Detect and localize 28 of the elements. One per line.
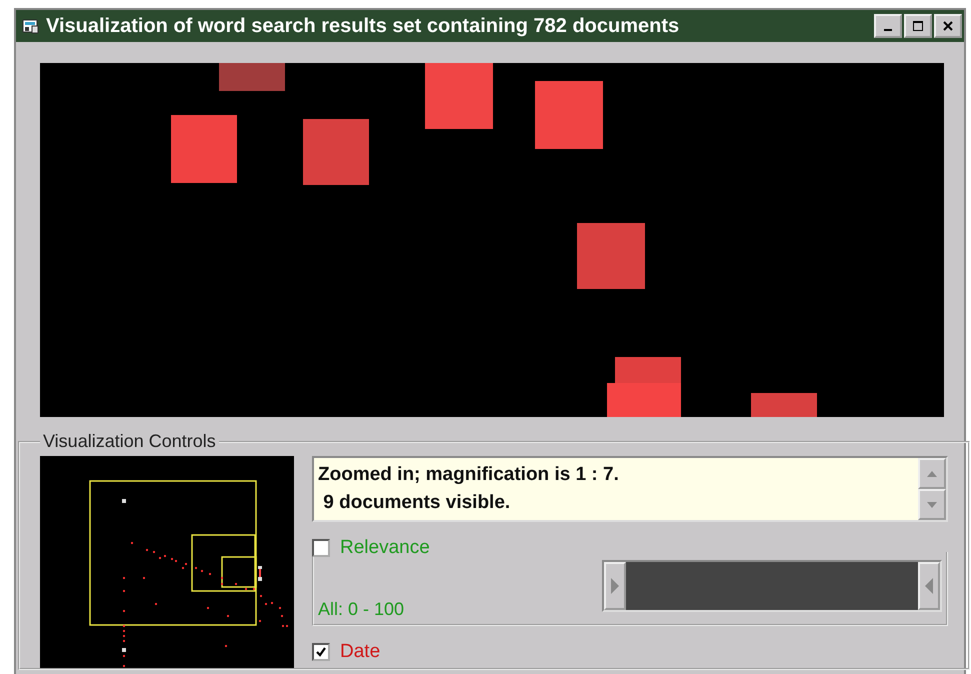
up-arrow-icon [927, 470, 937, 476]
minimize-icon [884, 29, 892, 31]
status-message-line: 9 documents visible. [322, 491, 512, 515]
filter-label: Relevance [340, 537, 430, 559]
checkmark-icon [315, 646, 327, 658]
group-title: Visualization Controls [42, 431, 217, 452]
filter-label: Date [340, 641, 380, 663]
maximize-icon [913, 21, 923, 31]
scroll-down-button[interactable] [918, 489, 946, 520]
status-message-line: Zoomed in; magnification is 1 : 7. [318, 463, 620, 487]
filter-checkbox[interactable] [312, 643, 330, 661]
left-triangle-icon [925, 578, 933, 594]
range-label: All: 0 - 100 [318, 599, 404, 620]
right-triangle-icon [611, 578, 619, 594]
down-arrow-icon [927, 502, 937, 508]
slider-thumb[interactable] [918, 562, 940, 610]
close-icon [943, 21, 953, 31]
scroll-up-button[interactable] [918, 458, 946, 489]
app-icon [22, 18, 40, 34]
filter-checkbox[interactable] [312, 539, 330, 557]
document-map-canvas[interactable] [40, 63, 944, 417]
maximize-button[interactable] [904, 14, 932, 38]
overview-minimap[interactable] [40, 456, 294, 668]
range-slider[interactable] [602, 560, 942, 612]
slider-thumb[interactable] [604, 562, 626, 610]
minimize-button[interactable] [874, 14, 902, 38]
window-title: Visualization of word search results set containing 782 documents [46, 14, 680, 38]
close-button[interactable] [934, 14, 962, 38]
